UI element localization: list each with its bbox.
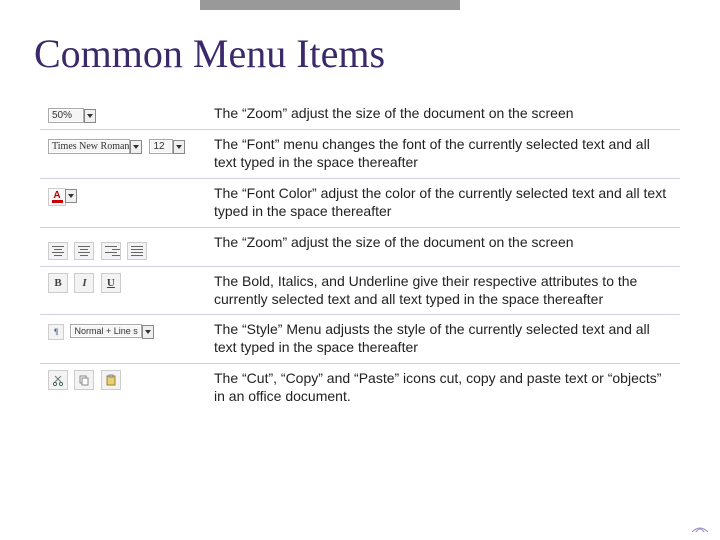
underline-button[interactable]: U xyxy=(101,273,121,293)
copy-icon[interactable] xyxy=(74,370,94,390)
row-description: The “Style” Menu adjusts the style of th… xyxy=(206,315,680,364)
biubuttons: B I U xyxy=(48,273,123,290)
slide-title: Common Menu Items xyxy=(34,30,720,77)
chevron-down-icon[interactable] xyxy=(65,189,77,203)
chevron-down-icon[interactable] xyxy=(84,109,96,123)
clipboard-buttons xyxy=(48,373,123,390)
cut-icon[interactable] xyxy=(48,370,68,390)
align-justify-icon[interactable] xyxy=(127,242,147,260)
font-color-button[interactable]: A xyxy=(48,185,77,202)
zoom-value[interactable]: 50% xyxy=(48,108,84,123)
style-icon: ¶ xyxy=(48,324,64,340)
row-description: The “Cut”, “Copy” and “Paste” icons cut,… xyxy=(206,364,680,412)
align-center-icon[interactable] xyxy=(74,242,94,260)
style-select[interactable]: ¶ Normal + Line s xyxy=(48,321,154,338)
table-row: The “Cut”, “Copy” and “Paste” icons cut,… xyxy=(40,364,680,412)
italic-button[interactable]: I xyxy=(74,273,94,293)
align-right-icon[interactable] xyxy=(101,242,121,260)
table-row: B I U The Bold, Italics, and Underline g… xyxy=(40,266,680,315)
corner-flourish-icon xyxy=(692,516,708,532)
font-color-icon: A xyxy=(48,188,66,206)
chevron-down-icon[interactable] xyxy=(130,140,142,154)
row-description: The “Zoom” adjust the size of the docume… xyxy=(206,227,680,266)
items-table: 50% The “Zoom” adjust the size of the do… xyxy=(40,99,680,412)
table-row: The “Zoom” adjust the size of the docume… xyxy=(40,227,680,266)
table-row: Times New Roman 12 The “Font” menu chang… xyxy=(40,130,680,179)
alignment-buttons xyxy=(48,234,149,251)
chevron-down-icon[interactable] xyxy=(142,325,154,339)
table-row: 50% The “Zoom” adjust the size of the do… xyxy=(40,99,680,130)
font-size-select[interactable]: 12 xyxy=(149,139,173,154)
font-controls[interactable]: Times New Roman 12 xyxy=(48,136,185,153)
bold-button[interactable]: B xyxy=(48,273,68,293)
row-description: The “Zoom” adjust the size of the docume… xyxy=(206,99,680,130)
table-row: ¶ Normal + Line s The “Style” Menu adjus… xyxy=(40,315,680,364)
align-left-icon[interactable] xyxy=(48,242,68,260)
zoom-control[interactable]: 50% xyxy=(48,105,96,122)
table-row: A The “Font Color” adjust the color of t… xyxy=(40,178,680,227)
paste-icon[interactable] xyxy=(101,370,121,390)
placeholder-bar xyxy=(200,0,460,10)
chevron-down-icon[interactable] xyxy=(173,140,185,154)
row-description: The Bold, Italics, and Underline give th… xyxy=(206,266,680,315)
style-value[interactable]: Normal + Line s xyxy=(70,324,142,338)
font-name-select[interactable]: Times New Roman xyxy=(48,139,130,154)
row-description: The “Font” menu changes the font of the … xyxy=(206,130,680,179)
row-description: The “Font Color” adjust the color of the… xyxy=(206,178,680,227)
